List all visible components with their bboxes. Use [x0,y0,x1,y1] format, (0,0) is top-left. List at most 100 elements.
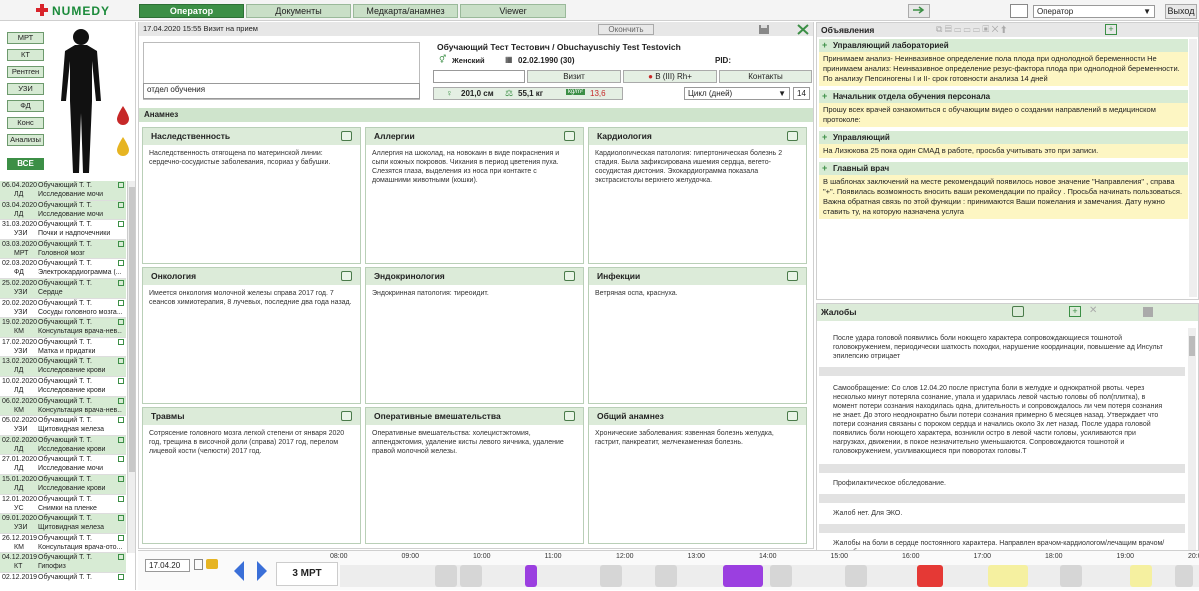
open-link-icon[interactable] [118,299,124,306]
history-item[interactable]: 03.04.2020 Обучающий Т. Т. ЛД Исследование … [0,200,126,221]
prev-arrow-icon[interactable] [233,560,245,582]
tab-viewer[interactable]: Viewer [460,4,566,18]
open-link-icon[interactable] [118,397,124,404]
filter-mrt[interactable]: МРТ [7,32,44,44]
close-icon[interactable] [797,24,809,35]
end-visit-button[interactable]: Окончить [598,24,654,35]
open-link-icon[interactable] [118,436,124,443]
exit-arrow-button[interactable] [908,4,930,18]
list-icon[interactable] [564,411,575,421]
timeline-slot[interactable] [525,565,537,587]
card-body[interactable]: Кардиологическая патология: гипертоничес… [589,145,806,189]
history-item[interactable]: 09.01.2020 Обучающий Т. Т. УЗИ Щитовидная ж… [0,514,126,534]
complaints-scrollbar[interactable] [1188,328,1196,586]
filter-fd[interactable]: ФД [7,100,44,112]
cycle-select[interactable]: Цикл (дней) ▼ [684,87,790,100]
save-complaint-icon[interactable] [1143,307,1153,317]
open-link-icon[interactable] [118,377,124,384]
open-link-icon[interactable] [118,358,124,365]
card-body[interactable]: Ветряная оспа, краснуха. [589,285,806,302]
history-item[interactable]: 06.02.2020 Обучающий Т. Т. КМ Консультация … [0,396,126,417]
user-card-icon[interactable] [1010,4,1028,18]
timeline-slot[interactable] [770,565,792,587]
open-link-icon[interactable] [118,279,124,286]
complaint-item[interactable]: Жалоб нет. Для ЭКО. [819,503,1185,524]
announcements-scrollbar[interactable] [1189,39,1197,297]
history-item[interactable]: 05.02.2020 Обучающий Т. Т. УЗИ Щитовидная ж… [0,416,126,436]
history-item[interactable]: 02.12.2019 Обучающий Т. Т. [0,573,126,591]
announcement-author[interactable]: Главный врач [819,162,1188,175]
history-scrollbar[interactable] [127,181,135,553]
role-select[interactable]: Оператор ▼ [1033,5,1155,18]
history-item[interactable]: 31.03.2020 Обучающий Т. Т. УЗИ Почки и надп… [0,220,126,240]
filter-cons[interactable]: Конс [7,117,44,129]
list-icon[interactable] [341,411,352,421]
open-link-icon[interactable] [118,515,124,522]
filter-kt[interactable]: КТ [7,49,44,61]
exit-button[interactable]: Выход [1165,4,1197,19]
tab-medcard[interactable]: Медкарта/анамнез [353,4,458,18]
list-icon[interactable] [1012,306,1024,317]
list-icon[interactable] [787,411,798,421]
save-icon[interactable] [758,24,770,35]
open-link-icon[interactable] [118,260,124,267]
open-link-icon[interactable] [118,221,124,228]
body-silhouette-icon[interactable] [55,25,107,175]
open-link-icon[interactable] [118,417,124,424]
history-item[interactable]: 04.12.2019 Обучающий Т. Т. КТ Гипофиз [0,553,126,573]
history-item[interactable]: 27.01.2020 Обучающий Т. Т. ЛД Исследование … [0,455,126,475]
history-item[interactable]: 06.04.2020 Обучающий Т. Т. ЛД Исследование … [0,181,126,201]
delete-icon[interactable]: ✕ [1089,305,1097,316]
list-icon[interactable] [564,131,575,141]
open-link-icon[interactable] [118,534,124,541]
add-complaint-button[interactable]: + [1069,306,1081,317]
open-link-icon[interactable] [118,495,124,502]
open-link-icon[interactable] [118,475,124,482]
timeline-slot[interactable] [917,565,943,587]
timeline-slot[interactable] [655,565,677,587]
open-link-icon[interactable] [118,573,124,580]
open-link-icon[interactable] [118,240,124,247]
timeline-slot[interactable] [845,565,867,587]
open-link-icon[interactable] [118,554,124,561]
announcement-author[interactable]: Управляющий [819,131,1188,144]
timeline-slot[interactable] [600,565,622,587]
list-icon[interactable] [787,131,798,141]
drop-yellow-icon[interactable] [115,136,131,158]
list-icon[interactable] [564,271,575,281]
pid-field[interactable] [433,70,525,83]
contacts-button[interactable]: Контакты [719,70,812,83]
timeline-slot[interactable] [435,565,457,587]
card-body[interactable]: Эндокринная патология: тиреоидит. [366,285,583,302]
open-link-icon[interactable] [118,182,124,188]
card-body[interactable]: Наследственность отягощена по материнско… [143,145,360,171]
tab-documents[interactable]: Документы [246,4,351,18]
filter-analyses[interactable]: Анализы [7,134,44,146]
complaint-item[interactable]: Профилактическое обследование. [819,473,1185,494]
next-arrow-icon[interactable] [256,560,268,582]
cycle-days-input[interactable]: 14 [793,87,810,100]
complaint-item[interactable]: Самообращение: Со слов 12.04.20 после пр… [819,376,1185,464]
history-item[interactable]: 25.02.2020 Обучающий Т. Т. УЗИ Сердце [0,278,126,299]
blood-drop-red-icon[interactable] [115,105,131,127]
add-announcement-button[interactable]: + [1105,24,1117,35]
filter-uzi[interactable]: УЗИ [7,83,44,95]
card-body[interactable]: Сотрясение головного мозга легкой степен… [143,425,360,460]
history-item[interactable]: 13.02.2020 Обучающий Т. Т. ЛД Исследование … [0,357,126,377]
card-body[interactable]: Аллергия на шоколад, на новокаин в виде … [366,145,583,189]
history-item[interactable]: 19.02.2020 Обучающий Т. Т. КМ Консультация … [0,318,126,338]
complaint-item[interactable]: После удара головой появились боли ноюще… [819,328,1185,367]
open-link-icon[interactable] [118,338,124,345]
announcement-author[interactable]: Начальник отдела обучения персонала [819,90,1188,103]
open-link-icon[interactable] [118,319,124,326]
timeline-slot[interactable] [988,565,1028,587]
list-icon[interactable] [341,131,352,141]
calendar-small-icon[interactable] [194,559,203,570]
timeline-slot[interactable] [460,565,482,587]
open-link-icon[interactable] [118,456,124,463]
note-input[interactable]: отдел обучения [143,83,420,99]
timeline-slot[interactable] [723,565,763,587]
history-item[interactable]: 12.01.2020 Обучающий Т. Т. УС Снимки на пле… [0,495,126,515]
card-body[interactable]: Имеется онкология молочной железы справа… [143,285,360,311]
open-link-icon[interactable] [118,201,124,208]
